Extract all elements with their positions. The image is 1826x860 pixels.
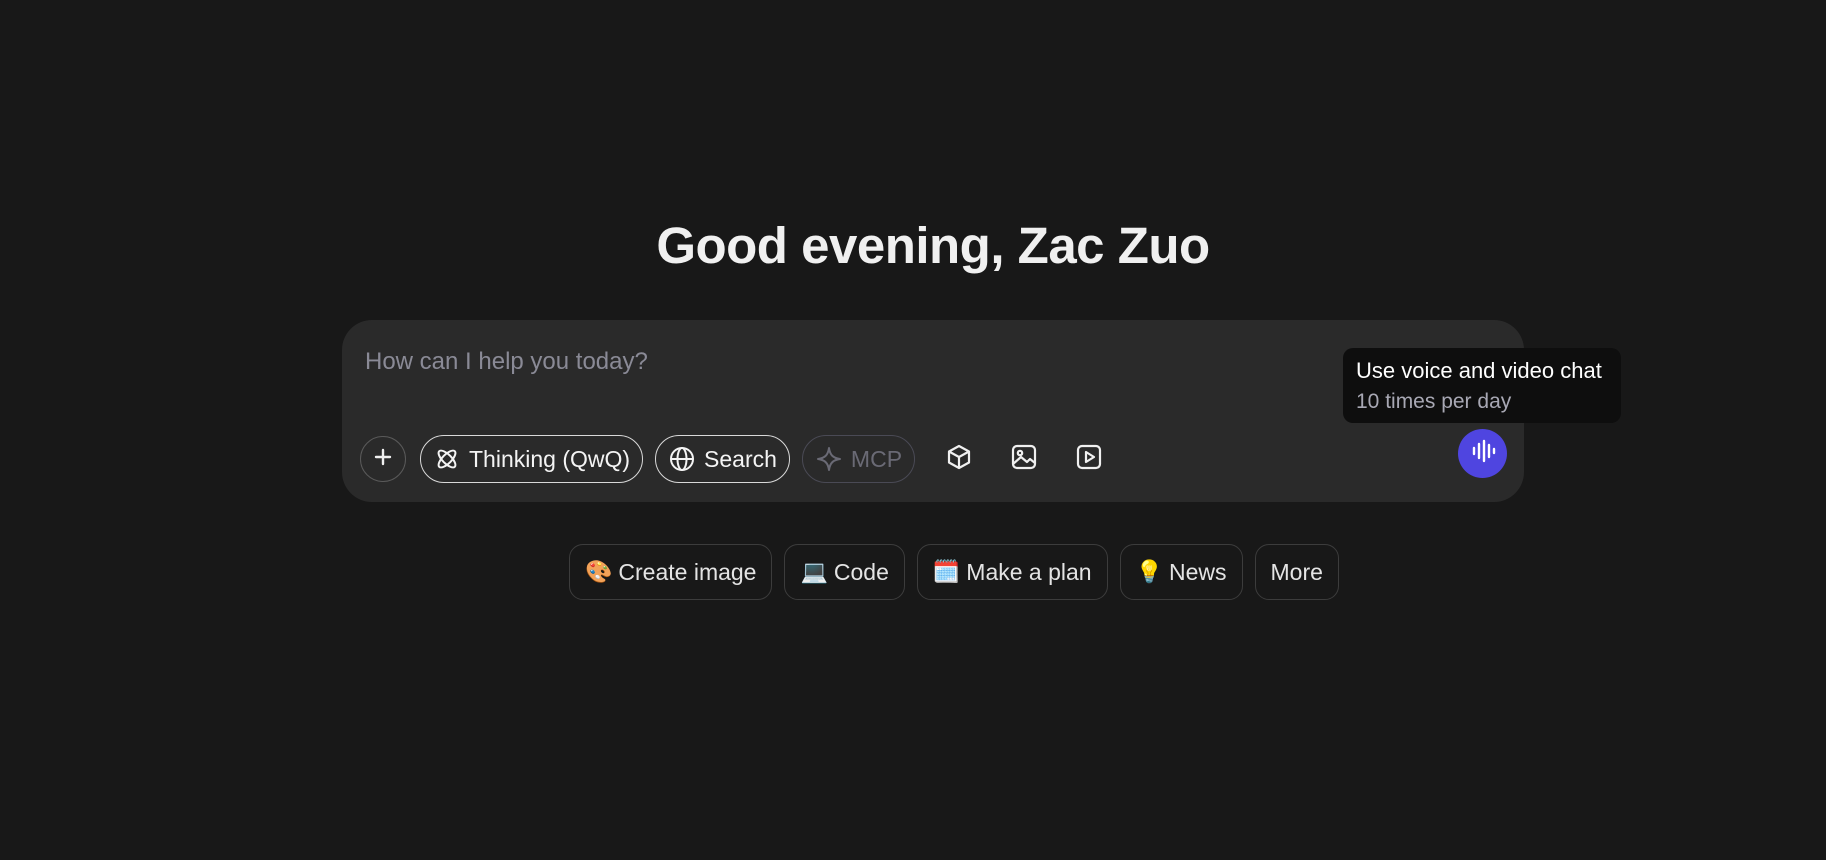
thinking-toggle-button[interactable]: Thinking (QwQ): [420, 435, 644, 483]
lightbulb-icon: 💡: [1135, 559, 1163, 584]
mcp-label: MCP: [850, 445, 903, 472]
make-a-plan-chip[interactable]: 🗓️ Make a plan: [916, 544, 1108, 600]
cube-icon: [945, 443, 973, 476]
mcp-toggle-button[interactable]: MCP: [801, 435, 916, 483]
voice-chat-tooltip: Use voice and video chat 10 times per da…: [1343, 348, 1621, 423]
news-chip[interactable]: 💡 News: [1119, 544, 1243, 600]
search-label: Search: [704, 445, 777, 472]
plus-icon: [373, 447, 393, 472]
thinking-label: Thinking (QwQ): [469, 445, 631, 472]
image-icon: [1010, 443, 1038, 476]
video-play-icon: [1075, 443, 1103, 476]
palette-icon: 🎨: [585, 559, 613, 584]
atom-icon: [433, 445, 461, 473]
chip-label: More: [1270, 558, 1323, 585]
chip-label: News: [1169, 558, 1227, 585]
tooltip-subtitle: 10 times per day: [1356, 390, 1512, 413]
tooltip-title: Use voice and video chat: [1356, 358, 1602, 383]
voice-chat-button[interactable]: [1458, 429, 1507, 478]
greeting-title: Good evening, Zac Zuo: [656, 217, 1210, 274]
3d-model-button[interactable]: [937, 437, 981, 481]
suggestion-chips: 🎨 Create image 💻 Code 🗓️ Make a plan 💡 N…: [569, 544, 1351, 600]
chat-input[interactable]: [365, 342, 1345, 382]
laptop-icon: 💻: [800, 559, 828, 584]
image-generation-button[interactable]: [1002, 437, 1046, 481]
sparkle-icon: [815, 445, 843, 473]
composer-toolbar: Thinking (QwQ) Search MCP: [360, 434, 1122, 484]
chip-label: Make a plan: [966, 558, 1092, 585]
globe-icon: [668, 445, 696, 473]
create-image-chip[interactable]: 🎨 Create image: [569, 544, 773, 600]
search-toggle-button[interactable]: Search: [655, 435, 790, 483]
voice-waveform-icon: [1470, 438, 1496, 469]
page: Good evening, Zac Zuo Thinking (QwQ): [0, 0, 1826, 860]
chip-label: Create image: [618, 558, 757, 585]
more-chip[interactable]: More: [1254, 544, 1339, 600]
chip-label: Code: [833, 558, 889, 585]
calendar-icon: 🗓️: [932, 559, 961, 584]
attach-button[interactable]: [360, 436, 406, 482]
code-chip[interactable]: 💻 Code: [784, 544, 905, 600]
video-generation-button[interactable]: [1067, 437, 1111, 481]
